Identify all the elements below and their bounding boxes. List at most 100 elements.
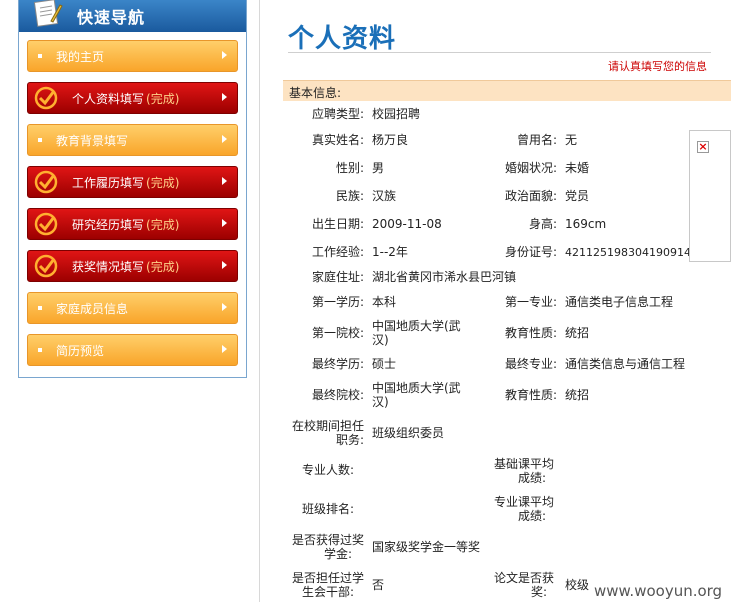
label-ethnic: 民族:: [335, 189, 364, 203]
arrow-right-icon: [222, 261, 227, 269]
quick-nav-header: 快速导航: [19, 0, 246, 32]
section-header: 基本信息:: [283, 80, 731, 101]
nav-resume-preview[interactable]: 简历预览: [27, 334, 238, 366]
watermark: www.wooyun.org: [594, 582, 723, 600]
label-former-name: 曾用名:: [516, 133, 557, 147]
label-post-line2: 职务:: [335, 433, 364, 447]
label-political: 政治面貌:: [504, 189, 557, 203]
nav-label: 家庭成员信息: [56, 301, 129, 316]
value-gender: 男: [372, 161, 385, 175]
value-cadre: 否: [372, 578, 385, 592]
value-school1-line2: 汉): [372, 333, 389, 347]
label-apply-type: 应聘类型:: [311, 107, 364, 121]
value-id: 421125198304190914: [565, 246, 691, 259]
value-edu1: 本科: [372, 295, 397, 309]
nav-work-history[interactable]: 工作履历填写 (完成): [27, 166, 238, 198]
check-circle-icon: [34, 254, 58, 278]
label-edu1: 第一学历:: [311, 295, 364, 309]
value-former-name: 无: [565, 133, 578, 147]
value-school2-line1: 中国地质大学(武: [372, 381, 461, 395]
label-edu2: 最终学历:: [311, 357, 364, 371]
check-circle-icon: [34, 170, 58, 194]
value-edu2: 硕士: [372, 357, 397, 371]
arrow-right-icon: [222, 135, 227, 143]
value-major2: 通信类信息与通信工程: [565, 357, 686, 371]
profile-photo: ×: [689, 130, 731, 262]
label-basic-line2: 成绩:: [517, 471, 546, 485]
label-paper-line2: 奖:: [530, 585, 547, 599]
label-school1: 第一院校:: [311, 326, 364, 340]
label-experience: 工作经验:: [311, 245, 364, 259]
bullet-icon: [38, 348, 42, 352]
arrow-right-icon: [222, 51, 227, 59]
label-major-count: 专业人数:: [301, 463, 354, 477]
label-nature1: 教育性质:: [504, 326, 557, 340]
fill-hint: 请认真填写您的信息: [608, 60, 707, 73]
status-complete: (完成): [146, 259, 180, 274]
value-nature1: 统招: [565, 326, 590, 340]
label-major1: 第一专业:: [504, 295, 557, 309]
status-complete: (完成): [146, 91, 180, 106]
check-circle-icon: [34, 86, 58, 110]
nav-personal-info[interactable]: 个人资料填写 (完成): [27, 82, 238, 114]
label-award-line2: 学金:: [323, 547, 352, 561]
status-complete: (完成): [146, 217, 180, 232]
label-major2: 最终专业:: [504, 357, 557, 371]
value-paper: 校级: [565, 578, 590, 592]
label-cadre-line2: 生会干部:: [301, 585, 354, 599]
nav-label: 简历预览: [56, 343, 105, 358]
label-award-line1: 是否获得过奖: [291, 533, 364, 547]
divider: [259, 0, 260, 602]
bullet-icon: [38, 306, 42, 310]
nav-label: 我的主页: [56, 49, 105, 64]
arrow-right-icon: [222, 303, 227, 311]
nav-label: 研究经历填写: [72, 217, 145, 232]
value-nature2: 统招: [565, 388, 590, 402]
nav-family[interactable]: 家庭成员信息: [27, 292, 238, 324]
status-complete: (完成): [146, 175, 180, 190]
label-gender: 性别:: [335, 161, 364, 175]
value-political: 党员: [565, 189, 590, 203]
bullet-icon: [38, 54, 42, 58]
label-post-line1: 在校期间担任: [291, 419, 364, 433]
nav-awards[interactable]: 获奖情况填写 (完成): [27, 250, 238, 282]
value-post: 班级组织委员: [372, 426, 445, 440]
value-apply-type: 校园招聘: [372, 107, 421, 121]
value-birth: 2009-11-08: [372, 217, 442, 231]
nav-label: 教育背景填写: [56, 133, 129, 148]
label-birth: 出生日期:: [311, 217, 364, 231]
page-title: 个人资料: [288, 24, 397, 54]
section-title: 基本信息:: [289, 86, 342, 100]
value-award: 国家级奖学金一等奖: [372, 540, 481, 554]
label-prof-line2: 成绩:: [517, 509, 546, 523]
quick-nav-title: 快速导航: [77, 8, 146, 27]
arrow-right-icon: [222, 93, 227, 101]
value-ethnic: 汉族: [372, 189, 397, 203]
value-major1: 通信类电子信息工程: [565, 295, 674, 309]
broken-image-icon: ×: [697, 140, 709, 153]
arrow-right-icon: [222, 219, 227, 227]
notebook-icon: [33, 0, 63, 27]
nav-label: 个人资料填写: [72, 91, 145, 106]
check-circle-icon: [34, 212, 58, 236]
label-name: 真实姓名:: [311, 133, 364, 147]
label-nature2: 教育性质:: [504, 388, 557, 402]
quick-nav-panel: 快速导航 我的主页 个人资料填写 (完成) 教育背景填写 工作履历填写 (完成)…: [18, 0, 247, 378]
arrow-right-icon: [222, 345, 227, 353]
bullet-icon: [38, 138, 42, 142]
nav-my-home[interactable]: 我的主页: [27, 40, 238, 72]
nav-education[interactable]: 教育背景填写: [27, 124, 238, 156]
label-address: 家庭住址:: [311, 270, 364, 284]
value-marital: 未婚: [565, 161, 590, 175]
label-prof-line1: 专业课平均: [493, 495, 554, 509]
nav-label: 工作履历填写: [72, 175, 145, 190]
label-cadre-line1: 是否担任过学: [291, 571, 364, 585]
nav-label: 获奖情况填写: [72, 259, 145, 274]
value-school1-line1: 中国地质大学(武: [372, 319, 461, 333]
label-paper-line1: 论文是否获: [493, 571, 554, 585]
arrow-right-icon: [222, 177, 227, 185]
value-address: 湖北省黄冈市浠水县巴河镇: [372, 270, 517, 284]
value-name: 杨万良: [372, 133, 409, 147]
nav-research[interactable]: 研究经历填写 (完成): [27, 208, 238, 240]
label-marital: 婚姻状况:: [504, 161, 557, 175]
